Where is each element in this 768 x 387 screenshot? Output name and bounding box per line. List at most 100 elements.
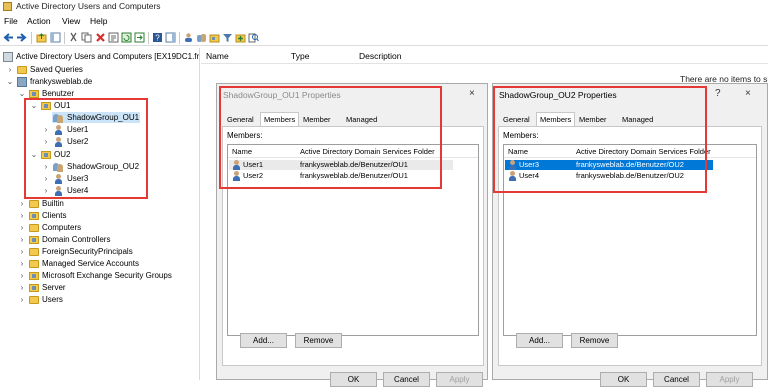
chevron-right-icon[interactable]: ›: [18, 198, 26, 209]
menu-help[interactable]: Help: [90, 16, 107, 26]
chevron-right-icon[interactable]: ›: [18, 246, 26, 257]
tree-item-shadowgroup-ou2[interactable]: › ShadowGroup_OU2: [0, 161, 190, 172]
remove-button[interactable]: Remove: [571, 333, 618, 348]
chevron-right-icon[interactable]: ›: [42, 161, 50, 172]
column-description[interactable]: Description: [359, 51, 402, 61]
tree-item-users[interactable]: › Users: [0, 294, 190, 305]
up-folder-icon[interactable]: [36, 32, 47, 43]
tree-item-user4[interactable]: › User4: [0, 185, 190, 196]
members-list-header: Name Active Directory Domain Services Fo…: [504, 145, 756, 158]
user-icon: [232, 171, 241, 181]
tree-item-domain-controllers[interactable]: › Domain Controllers: [0, 234, 190, 245]
help-icon[interactable]: ?: [715, 88, 721, 99]
tree-item-user3[interactable]: › User3: [0, 173, 190, 184]
cut-icon[interactable]: [68, 32, 79, 43]
refresh-icon[interactable]: [121, 32, 132, 43]
tree-item-foreign-security-principals[interactable]: › ForeignSecurityPrincipals: [0, 246, 190, 257]
member-row[interactable]: User3 frankysweblab.de/Benutzer/OU2: [505, 160, 713, 170]
chevron-right-icon[interactable]: ›: [18, 234, 26, 245]
members-list[interactable]: Name Active Directory Domain Services Fo…: [227, 144, 479, 336]
menu-action[interactable]: Action: [27, 16, 51, 26]
back-arrow-icon[interactable]: [3, 32, 14, 43]
tree-item-ou1[interactable]: ⌄ OU1: [0, 100, 190, 111]
add-button[interactable]: Add...: [240, 333, 287, 348]
chevron-right-icon[interactable]: ›: [42, 136, 50, 147]
tree-item-user2[interactable]: › User2: [0, 136, 190, 147]
tree-item-builtin[interactable]: › Builtin: [0, 198, 190, 209]
export-list-icon[interactable]: [134, 32, 145, 43]
chevron-down-icon[interactable]: ⌄: [6, 76, 14, 87]
tab-managed-by[interactable]: Managed By: [342, 112, 381, 137]
member-row[interactable]: User1 frankysweblab.de/Benutzer/OU1: [229, 160, 453, 170]
add-button[interactable]: Add...: [516, 333, 563, 348]
add-to-group-icon[interactable]: [235, 32, 246, 43]
new-group-icon[interactable]: [196, 32, 207, 43]
list-header: Name Type Description: [201, 48, 768, 64]
tab-general[interactable]: General: [223, 112, 258, 126]
tab-managed-by[interactable]: Managed By: [618, 112, 657, 137]
chevron-right-icon[interactable]: ›: [18, 258, 26, 269]
chevron-right-icon[interactable]: ›: [42, 173, 50, 184]
close-icon[interactable]: ×: [745, 88, 751, 99]
new-ou-icon[interactable]: [209, 32, 220, 43]
chevron-down-icon[interactable]: ⌄: [18, 88, 26, 99]
tree-item-saved-queries[interactable]: › Saved Queries: [0, 64, 190, 75]
forward-arrow-icon[interactable]: [16, 32, 27, 43]
copy-icon[interactable]: [81, 32, 92, 43]
group-icon: [53, 113, 64, 123]
chevron-right-icon[interactable]: ›: [18, 210, 26, 221]
menu-bar: File Action View Help: [0, 15, 768, 28]
properties-icon[interactable]: [108, 32, 119, 43]
tree-item-ou2[interactable]: ⌄ OU2: [0, 149, 190, 160]
ou-icon: [29, 90, 39, 98]
tab-member-of[interactable]: Member Of: [575, 112, 611, 137]
tree-item-exchange-security-groups[interactable]: › Microsoft Exchange Security Groups: [0, 270, 198, 281]
help-icon[interactable]: ?: [152, 32, 163, 43]
tree-item-user1[interactable]: › User1: [0, 124, 190, 135]
column-name[interactable]: Name: [508, 147, 528, 156]
menu-file[interactable]: File: [4, 16, 18, 26]
tree-item-domain[interactable]: ⌄ frankysweblab.de: [0, 76, 190, 87]
tree-item-computers[interactable]: › Computers: [0, 222, 190, 233]
tab-member-of[interactable]: Member Of: [299, 112, 335, 137]
chevron-right-icon[interactable]: ›: [42, 124, 50, 135]
chevron-right-icon[interactable]: ›: [18, 270, 26, 281]
tree-item-benutzer[interactable]: ⌄ Benutzer: [0, 88, 190, 99]
tab-members[interactable]: Members: [260, 112, 300, 127]
tree-item-clients[interactable]: › Clients: [0, 210, 190, 221]
ou-icon: [29, 284, 39, 292]
chevron-down-icon[interactable]: ⌄: [30, 100, 38, 111]
members-list[interactable]: Name Active Directory Domain Services Fo…: [503, 144, 757, 336]
tab-general[interactable]: General: [499, 112, 534, 126]
chevron-right-icon[interactable]: ›: [6, 64, 14, 75]
find-icon[interactable]: [248, 32, 259, 43]
filter-icon[interactable]: [222, 32, 233, 43]
tree-item-managed-service-accounts[interactable]: › Managed Service Accounts: [0, 258, 190, 269]
show-console-tree-icon[interactable]: [50, 32, 61, 43]
column-type[interactable]: Type: [291, 51, 309, 61]
menu-view[interactable]: View: [62, 16, 80, 26]
delete-icon[interactable]: [95, 32, 106, 43]
tree-item-shadowgroup-ou1[interactable]: ShadowGroup_OU1: [52, 112, 140, 123]
dialog-title: ShadowGroup_OU2 Properties: [499, 90, 617, 100]
title-bar: Active Directory Users and Computers: [0, 0, 768, 14]
ou-icon: [29, 236, 39, 244]
chevron-right-icon[interactable]: ›: [42, 185, 50, 196]
member-row[interactable]: User4 frankysweblab.de/Benutzer/OU2: [505, 171, 713, 181]
column-name[interactable]: Name: [232, 147, 252, 156]
chevron-right-icon[interactable]: ›: [18, 222, 26, 233]
tab-members[interactable]: Members: [536, 112, 576, 127]
remove-button[interactable]: Remove: [295, 333, 342, 348]
new-user-icon[interactable]: [183, 32, 194, 43]
chevron-down-icon[interactable]: ⌄: [30, 149, 38, 160]
action-pane-icon[interactable]: [165, 32, 176, 43]
member-row[interactable]: User2 frankysweblab.de/Benutzer/OU1: [229, 171, 453, 181]
column-folder[interactable]: Active Directory Domain Services Folder: [576, 147, 711, 156]
chevron-right-icon[interactable]: ›: [18, 282, 26, 293]
chevron-right-icon[interactable]: ›: [18, 294, 26, 305]
column-folder[interactable]: Active Directory Domain Services Folder: [300, 147, 435, 156]
close-icon[interactable]: ×: [469, 88, 475, 99]
members-label: Members:: [503, 131, 539, 140]
tree-item-server[interactable]: › Server: [0, 282, 190, 293]
column-name[interactable]: Name: [206, 51, 229, 61]
